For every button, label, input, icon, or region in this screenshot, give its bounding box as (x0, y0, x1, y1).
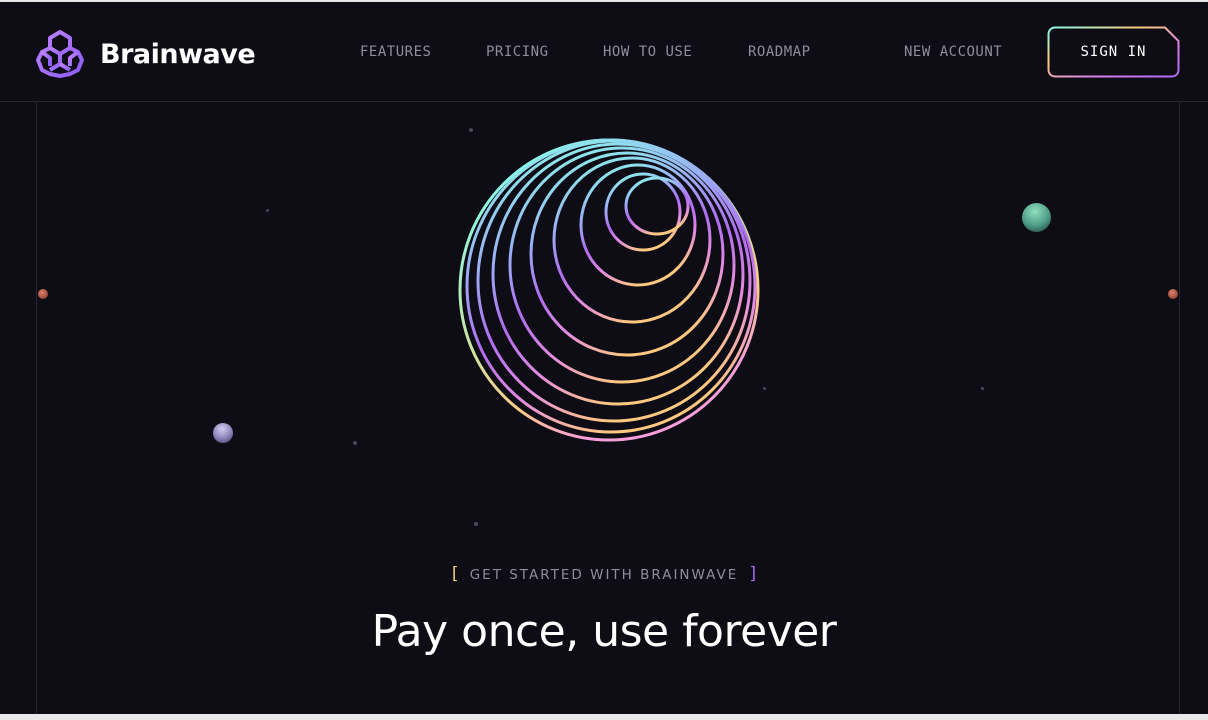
top-navbar: Brainwave FEATURES PRICING HOW TO USE RO… (0, 2, 1208, 102)
eyebrow-close-bracket: ] (748, 564, 759, 584)
hero-title: Pay once, use forever (371, 606, 837, 657)
nav-pricing[interactable]: PRICING (486, 44, 549, 60)
left-accent-dot (38, 289, 48, 299)
eyebrow-text: GET STARTED WITH BRAINWAVE (469, 567, 739, 583)
star-dot (474, 522, 478, 526)
hero-eyebrow: [ GET STARTED WITH BRAINWAVE] (0, 564, 1208, 584)
brainwave-logo-icon (36, 30, 84, 78)
star-dot (266, 209, 269, 212)
brand-name: Brainwave (100, 38, 256, 70)
sign-in-button[interactable]: SIGN IN (1047, 26, 1180, 78)
eyebrow-open-bracket: [ (449, 564, 460, 584)
teal-planet (1022, 203, 1051, 232)
nav-how-to-use[interactable]: HOW TO USE (603, 44, 692, 60)
lavender-planet (213, 423, 233, 443)
nav-features[interactable]: FEATURES (360, 44, 431, 60)
star-dot (981, 387, 984, 390)
star-dot (353, 441, 357, 445)
sign-in-label: SIGN IN (1080, 44, 1147, 60)
new-account-link[interactable]: NEW ACCOUNT (904, 44, 1002, 60)
brand-logo[interactable]: Brainwave (34, 28, 256, 80)
nav-roadmap[interactable]: ROADMAP (748, 44, 811, 60)
gradient-sphere-graphic (458, 138, 760, 442)
right-accent-dot (1168, 289, 1178, 299)
